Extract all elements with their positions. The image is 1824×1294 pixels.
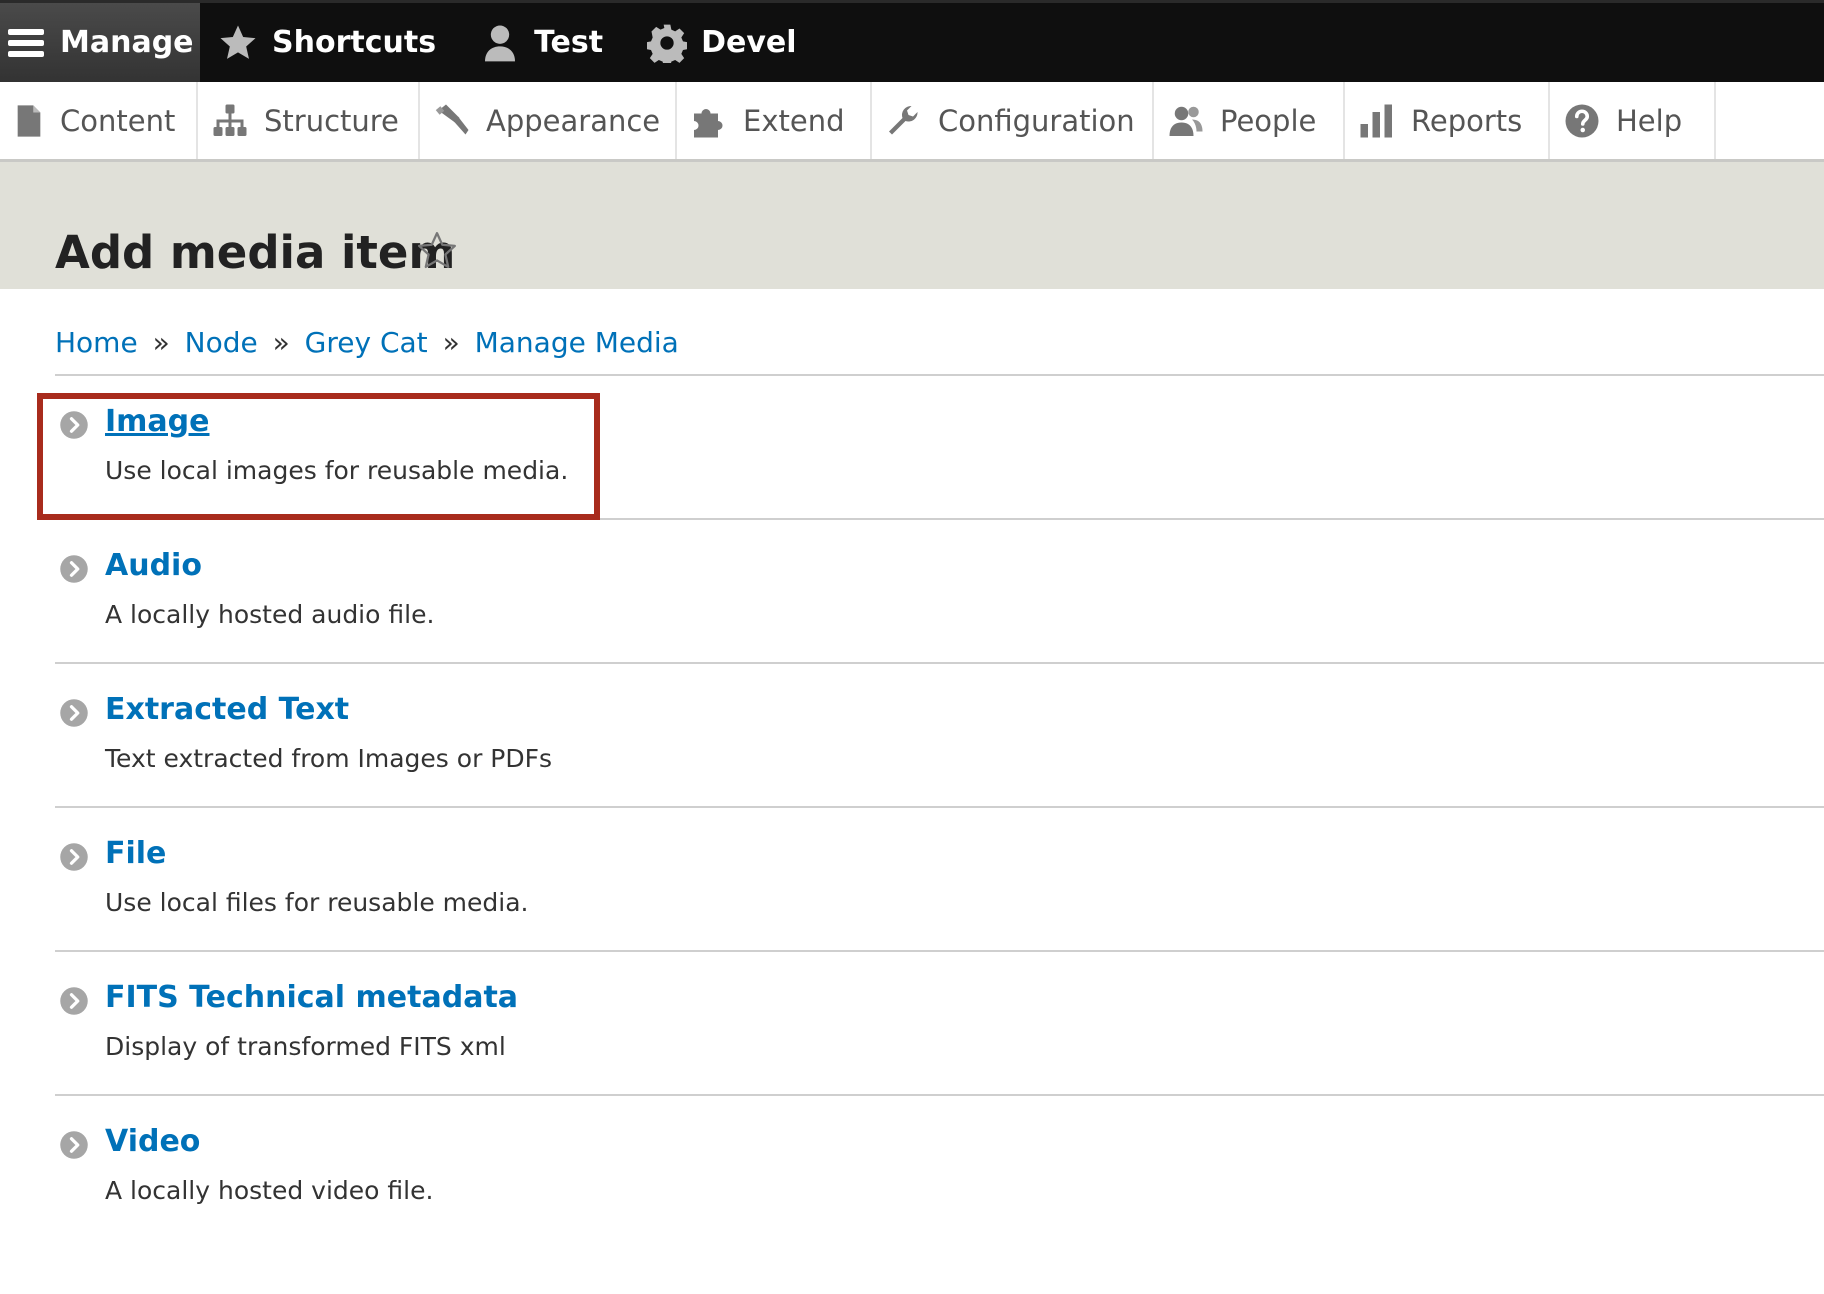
media-type-item-file: File Use local files for reusable media. bbox=[55, 808, 1824, 952]
tray-item-extend[interactable]: Extend bbox=[677, 82, 872, 159]
tray-item-label: People bbox=[1220, 103, 1317, 138]
tray-item-label: Extend bbox=[743, 103, 845, 138]
page-title: Add media item bbox=[55, 226, 456, 279]
media-type-list: Image Use local images for reusable medi… bbox=[55, 374, 1824, 1240]
media-type-description: Text extracted from Images or PDFs bbox=[105, 744, 553, 773]
breadcrumb-separator: » bbox=[272, 326, 290, 359]
toolbar-user-tab[interactable]: Test bbox=[462, 3, 629, 82]
media-type-item-extracted-text: Extracted Text Text extracted from Image… bbox=[55, 664, 1824, 808]
breadcrumb-manage-media[interactable]: Manage Media bbox=[475, 326, 679, 359]
tray-item-content[interactable]: Content bbox=[0, 82, 198, 159]
toolbar-user-label: Test bbox=[534, 25, 604, 60]
media-type-link-file[interactable]: File bbox=[105, 836, 166, 871]
media-type-item-video: Video A locally hosted video file. bbox=[55, 1096, 1824, 1240]
media-type-item-image: Image Use local images for reusable medi… bbox=[55, 376, 1824, 520]
admin-menu-tray: Content Structure Appearance Extend Conf… bbox=[0, 82, 1824, 162]
breadcrumb-grey-cat[interactable]: Grey Cat bbox=[305, 326, 428, 359]
sitemap-icon bbox=[212, 103, 248, 139]
breadcrumb-separator: » bbox=[442, 326, 460, 359]
chevron-right-circle-icon bbox=[59, 554, 89, 584]
tray-item-label: Help bbox=[1616, 103, 1683, 138]
breadcrumb-node[interactable]: Node bbox=[185, 326, 258, 359]
bar-chart-icon bbox=[1359, 103, 1395, 139]
hamburger-menu-icon bbox=[6, 23, 46, 63]
media-type-link-fits-technical-metadata[interactable]: FITS Technical metadata bbox=[105, 980, 518, 1015]
media-type-item-fits-technical-metadata: FITS Technical metadata Display of trans… bbox=[55, 952, 1824, 1096]
puzzle-icon bbox=[691, 103, 727, 139]
media-type-description: A locally hosted video file. bbox=[105, 1176, 434, 1205]
star-icon bbox=[218, 23, 258, 63]
toolbar-shortcuts-tab[interactable]: Shortcuts bbox=[200, 3, 462, 82]
tray-item-people[interactable]: People bbox=[1154, 82, 1345, 159]
media-type-link-audio[interactable]: Audio bbox=[105, 548, 202, 583]
user-icon bbox=[480, 23, 520, 63]
breadcrumb-separator: » bbox=[152, 326, 170, 359]
toolbar-shortcuts-label: Shortcuts bbox=[272, 25, 437, 60]
media-type-link-video[interactable]: Video bbox=[105, 1124, 200, 1159]
tray-item-label: Configuration bbox=[938, 103, 1135, 138]
media-type-link-image[interactable]: Image bbox=[105, 404, 210, 439]
media-type-link-extracted-text[interactable]: Extracted Text bbox=[105, 692, 349, 727]
tray-item-reports[interactable]: Reports bbox=[1345, 82, 1550, 159]
paintbrush-icon bbox=[434, 103, 470, 139]
chevron-right-circle-icon bbox=[59, 1130, 89, 1160]
chevron-right-circle-icon bbox=[59, 410, 89, 440]
breadcrumb: Home » Node » Grey Cat » Manage Media bbox=[55, 326, 679, 359]
toolbar-manage-tab[interactable]: Manage bbox=[0, 3, 200, 82]
chevron-right-circle-icon bbox=[59, 986, 89, 1016]
page-icon bbox=[14, 103, 44, 139]
toolbar-devel-label: Devel bbox=[701, 25, 797, 60]
add-shortcut-star-icon[interactable] bbox=[416, 230, 458, 272]
wrench-icon bbox=[886, 103, 922, 139]
gear-icon bbox=[647, 23, 688, 63]
media-type-description: A locally hosted audio file. bbox=[105, 600, 435, 629]
help-icon bbox=[1564, 103, 1600, 139]
tray-item-label: Appearance bbox=[486, 103, 661, 138]
page-header: Add media item bbox=[0, 162, 1824, 289]
tray-item-label: Content bbox=[60, 103, 176, 138]
chevron-right-circle-icon bbox=[59, 842, 89, 872]
media-type-item-audio: Audio A locally hosted audio file. bbox=[55, 520, 1824, 664]
admin-toolbar: Manage Shortcuts Test Devel bbox=[0, 0, 1824, 82]
media-type-description: Use local files for reusable media. bbox=[105, 888, 529, 917]
tray-item-appearance[interactable]: Appearance bbox=[420, 82, 677, 159]
media-type-description: Display of transformed FITS xml bbox=[105, 1032, 506, 1061]
tray-item-structure[interactable]: Structure bbox=[198, 82, 420, 159]
toolbar-manage-label: Manage bbox=[60, 25, 194, 60]
breadcrumb-home[interactable]: Home bbox=[55, 326, 138, 359]
tray-item-label: Reports bbox=[1411, 103, 1523, 138]
media-type-description: Use local images for reusable media. bbox=[105, 456, 569, 485]
tray-item-help[interactable]: Help bbox=[1550, 82, 1716, 159]
tray-item-configuration[interactable]: Configuration bbox=[872, 82, 1154, 159]
chevron-right-circle-icon bbox=[59, 698, 89, 728]
toolbar-devel-tab[interactable]: Devel bbox=[629, 3, 822, 82]
tray-item-label: Structure bbox=[264, 103, 399, 138]
people-icon bbox=[1168, 103, 1204, 139]
